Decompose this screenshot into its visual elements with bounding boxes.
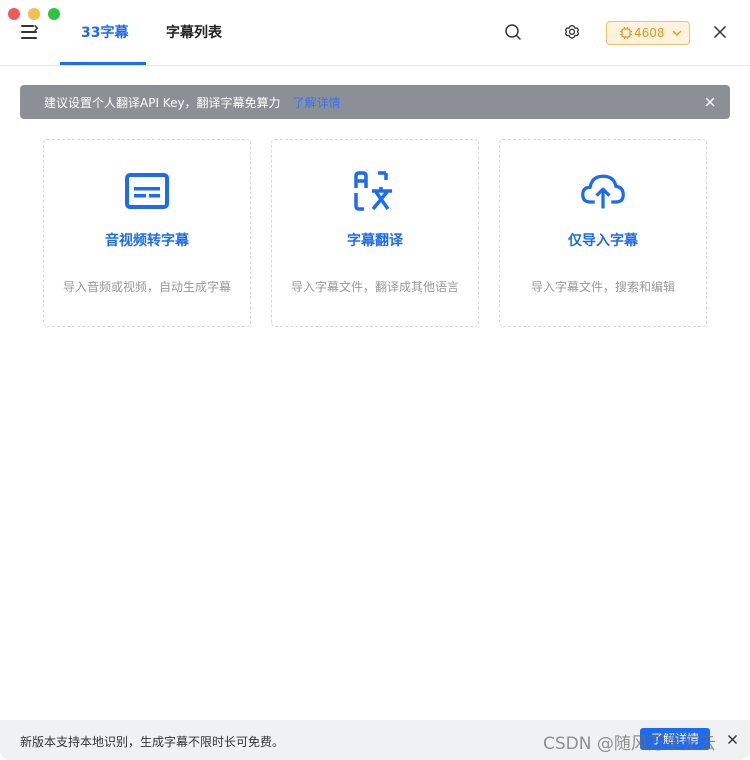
translate-icon [354, 171, 392, 211]
card-description: 导入字幕文件，搜索和编辑 [530, 280, 675, 294]
card-audio-video-to-subtitle[interactable]: 音视频转字幕 导入音频或视频，自动生成字幕 [43, 139, 251, 327]
credit-balance-button[interactable]: 4608 [606, 21, 690, 45]
chevron-down-icon [672, 30, 682, 36]
api-key-banner: 建议设置个人翻译API Key，翻译字幕免算力 了解详情 [20, 85, 730, 119]
watermark: CSDN @随风万里无云 [543, 734, 716, 754]
card-title: 字幕翻译 [347, 233, 403, 249]
menu-collapse-icon[interactable] [20, 23, 40, 41]
banner-learn-more-link[interactable]: 了解详情 [293, 94, 341, 111]
app-window: 33字幕 字幕列表 4608 建议设置个人翻译API Key，翻译字幕免算力 了… [0, 0, 750, 760]
update-notice-bar: 新版本支持本地识别，生成字幕不限时长可免费。 了解详情 CSDN @随风万里无云 [0, 720, 750, 760]
header: 33字幕 字幕列表 4608 [0, 0, 750, 66]
card-import-subtitle-only[interactable]: 仅导入字幕 导入字幕文件，搜索和编辑 [499, 139, 707, 327]
window-controls [8, 8, 60, 20]
tab-subtitle-list[interactable]: 字幕列表 [166, 23, 222, 43]
close-window-button[interactable] [8, 8, 20, 20]
search-icon[interactable] [503, 22, 523, 42]
credit-value: 4608 [634, 26, 665, 40]
card-subtitle-translate[interactable]: 字幕翻译 导入字幕文件，翻译成其他语言 [271, 139, 479, 327]
subtitle-icon [125, 173, 169, 209]
gear-icon[interactable] [562, 22, 582, 42]
card-description: 导入音频或视频，自动生成字幕 [62, 280, 231, 294]
card-title: 仅导入字幕 [568, 233, 638, 249]
cloud-upload-icon [581, 174, 625, 209]
tab-33zimu[interactable]: 33字幕 [81, 23, 128, 43]
maximize-window-button[interactable] [48, 8, 60, 20]
chip-icon [620, 27, 632, 39]
update-notice-close-icon[interactable] [727, 734, 738, 745]
close-icon[interactable] [710, 22, 730, 42]
card-description: 导入字幕文件，翻译成其他语言 [290, 280, 459, 294]
update-notice-text: 新版本支持本地识别，生成字幕不限时长可免费。 [20, 735, 285, 749]
minimize-window-button[interactable] [28, 8, 40, 20]
banner-text: 建议设置个人翻译API Key，翻译字幕免算力 [44, 95, 281, 110]
active-tab-indicator [60, 62, 146, 65]
card-title: 音视频转字幕 [105, 233, 189, 249]
banner-close-icon[interactable] [704, 96, 716, 108]
